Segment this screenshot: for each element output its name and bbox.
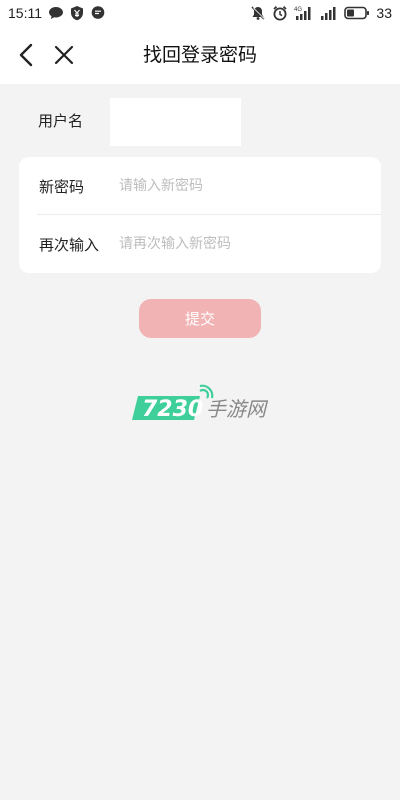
close-button[interactable]	[50, 41, 78, 69]
status-bar-right: 4G 33	[250, 5, 392, 21]
confirm-password-row: 再次输入	[19, 215, 381, 272]
username-field[interactable]	[110, 98, 241, 146]
confirm-password-input[interactable]	[119, 227, 369, 261]
shield-yen-icon	[70, 5, 84, 21]
chevron-left-icon	[19, 43, 33, 67]
username-row: 用户名	[0, 98, 400, 146]
submit-button[interactable]: 提交	[139, 299, 261, 338]
new-password-row: 新密码	[19, 157, 381, 214]
new-password-input[interactable]	[119, 169, 369, 203]
battery-level: 33	[376, 5, 392, 21]
nav-bar: 找回登录密码	[0, 26, 400, 84]
password-card: 新密码 再次输入	[19, 157, 381, 273]
status-bar-left: 15:11	[8, 5, 106, 21]
watermark-logo: 7230 手游网	[130, 382, 280, 424]
confirm-password-label: 再次输入	[39, 236, 100, 254]
new-password-label: 新密码	[39, 178, 85, 196]
back-button[interactable]	[12, 41, 40, 69]
chat-bubble-icon	[48, 5, 64, 21]
signal-icon	[320, 5, 338, 21]
close-icon	[54, 45, 74, 65]
status-time: 15:11	[8, 5, 42, 21]
mute-bell-icon	[250, 5, 266, 21]
status-bar: 15:11 4G 33	[0, 0, 400, 26]
network-label: 4G	[294, 7, 302, 13]
logo-number: 7230	[142, 397, 203, 422]
alarm-icon	[272, 5, 288, 21]
battery-icon	[344, 6, 370, 20]
username-label: 用户名	[38, 112, 84, 130]
message-icon	[90, 5, 106, 21]
4g-signal-icon: 4G	[294, 5, 314, 21]
logo-brand: 手游网	[206, 397, 269, 421]
